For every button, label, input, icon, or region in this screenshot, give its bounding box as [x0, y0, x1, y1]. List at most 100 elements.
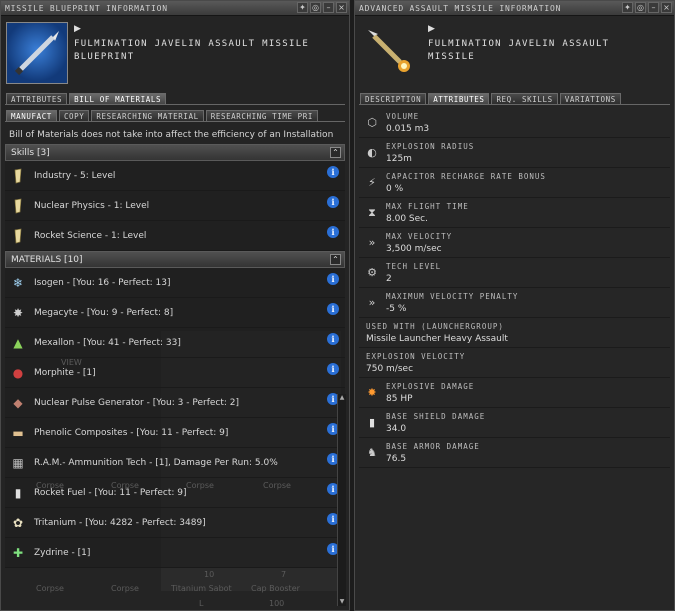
- close-icon[interactable]: ×: [661, 2, 672, 13]
- row-label: Industry - 5: Level: [34, 170, 116, 181]
- tab-researching-material[interactable]: RESEARCHING MATERIAL: [91, 110, 204, 121]
- collapse-icon[interactable]: ⌃: [330, 147, 341, 158]
- materials-list: ❄ Isogen - [You: 16 - Perfect: 13] i ✸ Megac…: [1, 268, 349, 568]
- row-label: Rocket Science - 1: Level: [34, 230, 147, 241]
- material-icon: ●: [12, 365, 24, 380]
- attribute-name: CAPACITOR RECHARGE RATE BONUS: [386, 171, 546, 181]
- tab-variations[interactable]: VARIATIONS: [559, 93, 621, 104]
- efficiency-note: Bill of Materials does not take into aff…: [9, 130, 334, 140]
- attribute-name: MAXIMUM VELOCITY PENALTY: [386, 291, 519, 301]
- material-row[interactable]: ▲ Mexallon - [You: 41 - Perfect: 33] i: [5, 328, 345, 358]
- background-label: Corpse: [36, 584, 64, 593]
- background-label: Corpse: [263, 481, 291, 490]
- material-row[interactable]: ✿ Tritanium - [You: 4282 - Perfect: 3489]…: [5, 508, 345, 538]
- velocity-icon: »: [368, 236, 376, 249]
- sub-tabs: MANUFACT COPY RESEARCHING MATERIAL RESEA…: [1, 108, 349, 121]
- window-titlebar[interactable]: MISSILE BLUEPRINT INFORMATION ✦ ◎ – ×: [1, 1, 349, 16]
- attribute-row: EXPLOSION VELOCITY 750 m/sec: [359, 348, 670, 378]
- skill-book-icon: [10, 198, 26, 214]
- row-label: Megacyte - [You: 9 - Perfect: 8]: [34, 307, 174, 318]
- info-icon[interactable]: i: [327, 303, 339, 315]
- material-row[interactable]: ❄ Isogen - [You: 16 - Perfect: 13] i: [5, 268, 345, 298]
- attribute-value: 0.015 m3: [386, 123, 430, 134]
- material-icon: ✚: [12, 545, 24, 560]
- row-label: Mexallon - [You: 41 - Perfect: 33]: [34, 337, 181, 348]
- settings-icon[interactable]: ◎: [310, 2, 321, 13]
- material-row[interactable]: ● Morphite - [1] i: [5, 358, 345, 388]
- play-icon[interactable]: ▶: [428, 24, 435, 34]
- background-label: 100: [269, 599, 285, 608]
- attribute-name: BASE ARMOR DAMAGE: [386, 441, 480, 451]
- minimize-icon[interactable]: –: [323, 2, 334, 13]
- row-label: Zydrine - [1]: [34, 547, 91, 558]
- attribute-row: ▮ BASE SHIELD DAMAGE 34.0: [359, 408, 670, 438]
- info-icon[interactable]: i: [327, 273, 339, 285]
- attribute-row: ⬡ VOLUME 0.015 m3: [359, 108, 670, 138]
- background-label: Corpse: [111, 584, 139, 593]
- info-icon[interactable]: i: [327, 333, 339, 345]
- pin-icon[interactable]: ✦: [622, 2, 633, 13]
- attribute-row: ♞ BASE ARMOR DAMAGE 76.5: [359, 438, 670, 468]
- skills-section-header[interactable]: Skills [3] ⌃: [5, 144, 345, 161]
- collapse-icon[interactable]: ⌃: [330, 254, 341, 265]
- materials-section-header[interactable]: MATERIALS [10] ⌃: [5, 251, 345, 268]
- attribute-row: ⚡ CAPACITOR RECHARGE RATE BONUS 0 %: [359, 168, 670, 198]
- attribute-name: MAX VELOCITY: [386, 231, 453, 241]
- skill-book-icon: [10, 168, 26, 184]
- attribute-row: USED WITH (LAUNCHERGROUP) Missile Launche…: [359, 318, 670, 348]
- attribute-value: 2: [386, 273, 392, 284]
- play-icon[interactable]: ▶: [74, 24, 81, 34]
- scroll-up-icon[interactable]: ▲: [338, 394, 346, 402]
- attribute-value: 34.0: [386, 423, 407, 434]
- info-icon[interactable]: i: [327, 166, 339, 178]
- tab-description[interactable]: DESCRIPTION: [360, 93, 427, 104]
- missile-thumbnail: [360, 22, 422, 84]
- tab-manufacturing[interactable]: MANUFACT: [6, 110, 57, 121]
- background-label: Corpse: [36, 481, 64, 490]
- close-icon[interactable]: ×: [336, 2, 347, 13]
- material-icon: ▲: [13, 335, 23, 350]
- scroll-down-icon[interactable]: ▼: [338, 598, 346, 606]
- tab-attributes[interactable]: ATTRIBUTES: [6, 93, 68, 104]
- attribute-row: ⚙ TECH LEVEL 2: [359, 258, 670, 288]
- skill-row[interactable]: Industry - 5: Level i: [5, 161, 345, 191]
- radius-icon: ◐: [367, 146, 377, 159]
- skill-row[interactable]: Rocket Science - 1: Level i: [5, 221, 345, 251]
- item-header: ▶ FULMINATION JAVELIN ASSAULT MISSILE: [355, 16, 674, 92]
- background-label: 10: [204, 570, 215, 579]
- background-label: Corpse: [186, 481, 214, 490]
- tab-researching-time[interactable]: RESEARCHING TIME PRI: [205, 110, 319, 121]
- missile-info-window: ADVANCED ASSAULT MISSILE INFORMATION ✦ ◎…: [354, 0, 675, 611]
- minimize-icon[interactable]: –: [648, 2, 659, 13]
- tab-copy[interactable]: COPY: [58, 110, 90, 121]
- material-icon: ◆: [13, 395, 23, 410]
- material-row[interactable]: ✸ Megacyte - [You: 9 - Perfect: 8] i: [5, 298, 345, 328]
- material-row[interactable]: ▦ R.A.M.- Ammunition Tech - [1], Damage P…: [5, 448, 345, 478]
- material-row[interactable]: ✚ Zydrine - [1] i: [5, 538, 345, 568]
- attribute-row: ✸ EXPLOSIVE DAMAGE 85 HP: [359, 378, 670, 408]
- tab-bill-of-materials[interactable]: BILL OF MATERIALS: [69, 93, 167, 104]
- pin-icon[interactable]: ✦: [297, 2, 308, 13]
- window-title: ADVANCED ASSAULT MISSILE INFORMATION: [359, 3, 562, 13]
- armor-icon: ♞: [367, 446, 377, 459]
- item-name: FULMINATION JAVELIN ASSAULT MISSILE: [428, 39, 610, 62]
- info-icon[interactable]: i: [327, 196, 339, 208]
- window-title: MISSILE BLUEPRINT INFORMATION: [5, 3, 168, 13]
- attribute-name: EXPLOSIVE DAMAGE: [386, 381, 475, 391]
- attribute-value: 3,500 m/sec: [386, 243, 442, 254]
- info-icon[interactable]: i: [327, 363, 339, 375]
- material-row[interactable]: ▬ Phenolic Composites - [You: 11 - Perfec…: [5, 418, 345, 448]
- window-titlebar[interactable]: ADVANCED ASSAULT MISSILE INFORMATION ✦ ◎…: [355, 1, 674, 16]
- blueprint-info-window: MISSILE BLUEPRINT INFORMATION ✦ ◎ – × ▶ …: [0, 0, 350, 611]
- background-label: Corpse: [111, 481, 139, 490]
- tab-attributes[interactable]: ATTRIBUTES: [428, 93, 490, 104]
- skill-row[interactable]: Nuclear Physics - 1: Level i: [5, 191, 345, 221]
- background-label: L: [199, 599, 204, 608]
- scrollbar[interactable]: ▲ ▼: [337, 394, 346, 606]
- info-icon[interactable]: i: [327, 226, 339, 238]
- settings-icon[interactable]: ◎: [635, 2, 646, 13]
- tab-req-skills[interactable]: REQ. SKILLS: [491, 93, 558, 104]
- attribute-row: » MAX VELOCITY 3,500 m/sec: [359, 228, 670, 258]
- material-row[interactable]: ◆ Nuclear Pulse Generator - [You: 3 - Per…: [5, 388, 345, 418]
- row-label: Tritanium - [You: 4282 - Perfect: 3489]: [34, 517, 206, 528]
